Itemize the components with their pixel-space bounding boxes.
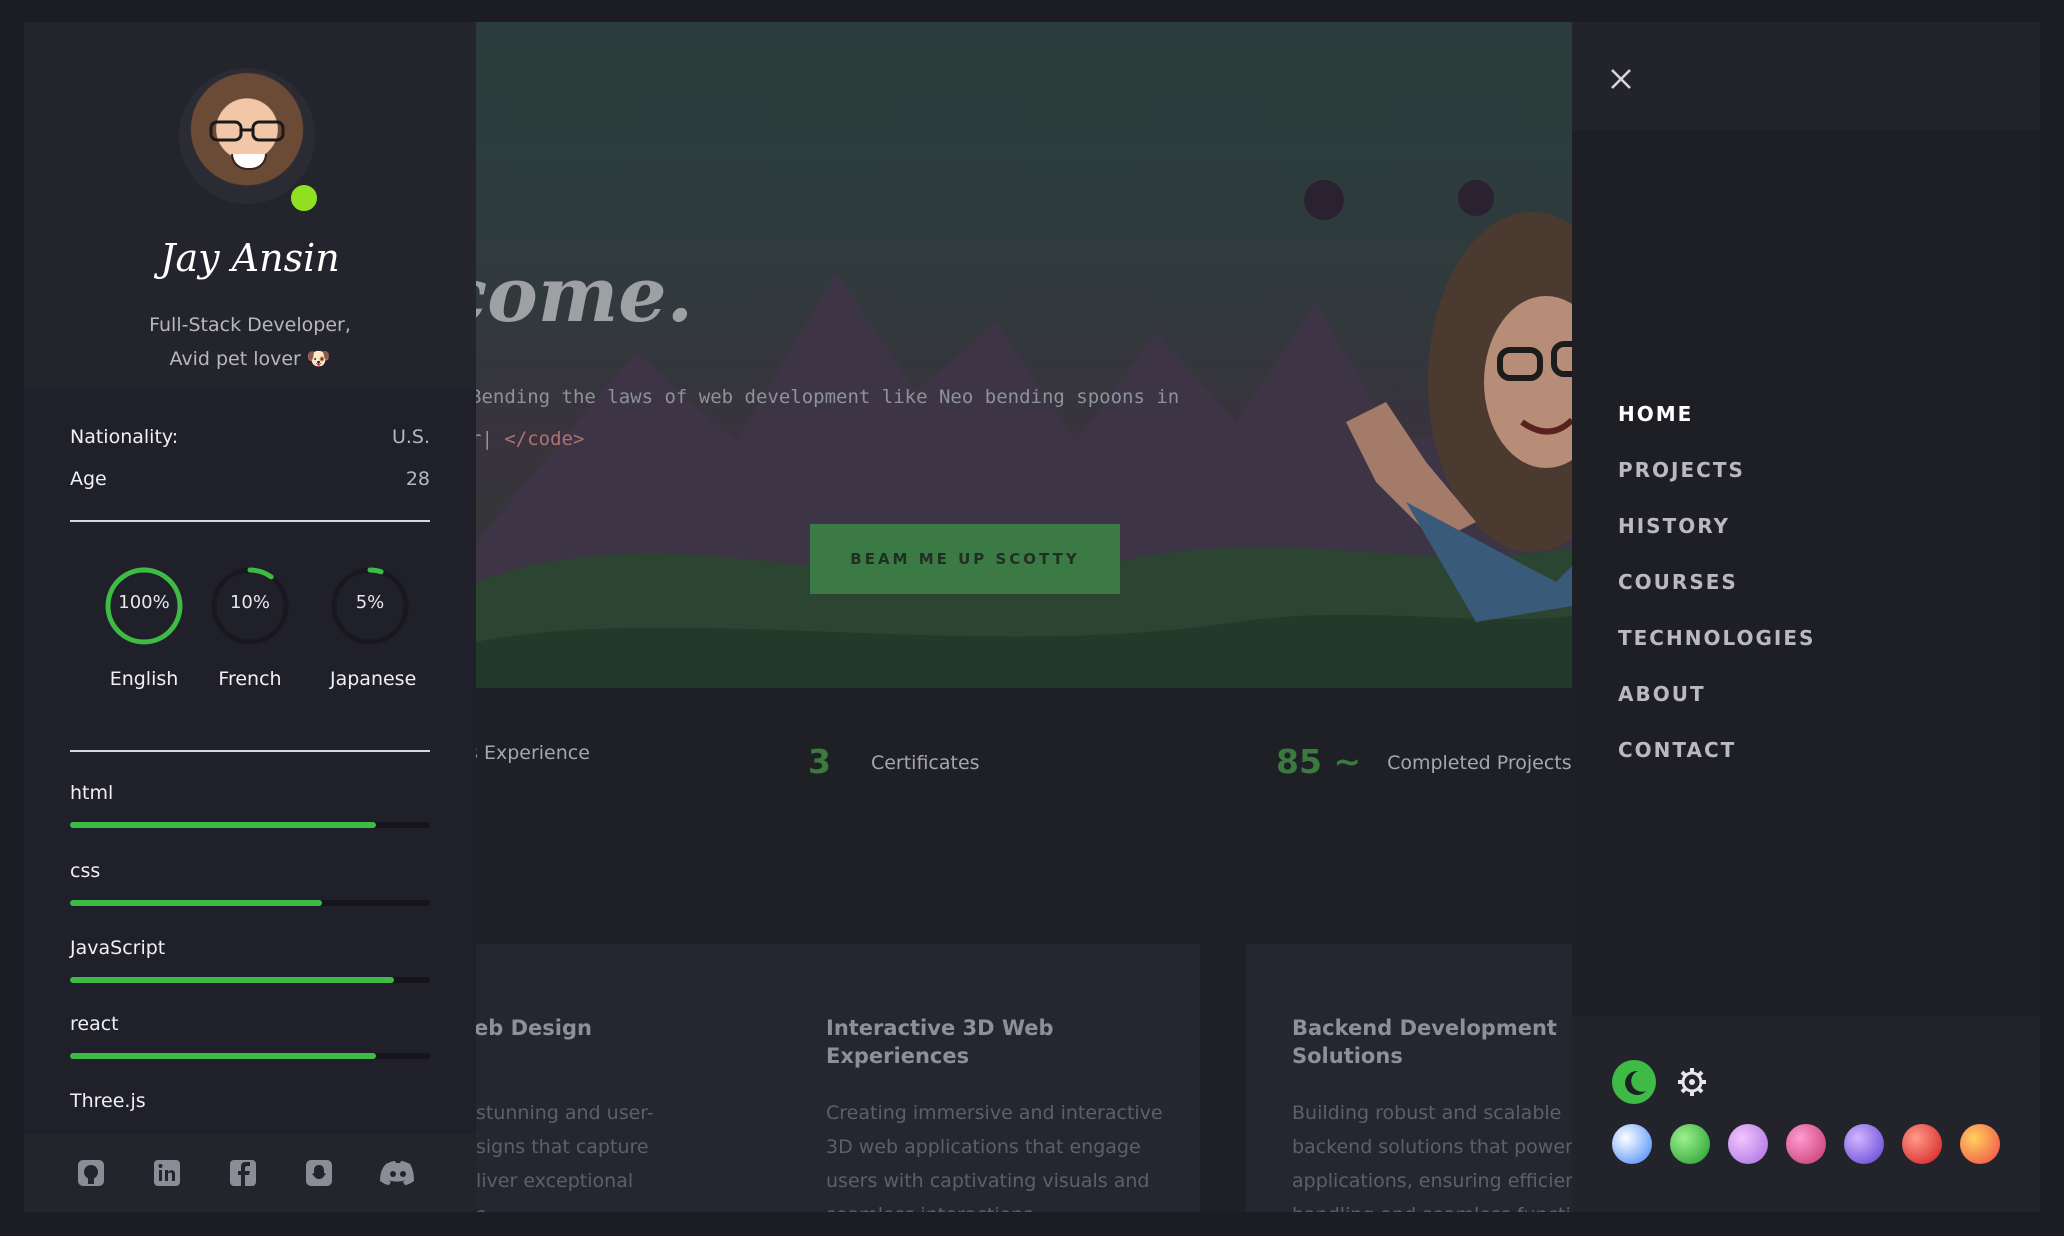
stat-label: s Experience: [476, 742, 590, 764]
profile-name: Jay Ansin: [160, 236, 340, 280]
stat-experience: s Experience: [476, 742, 590, 764]
skill-html: html: [70, 782, 430, 828]
skill-fill: [70, 900, 322, 906]
nav-item-projects[interactable]: PROJECTS: [1618, 442, 1815, 498]
nav-item-technologies[interactable]: TECHNOLOGIES: [1618, 610, 1815, 666]
skill-label: JavaScript: [70, 937, 166, 959]
card-title: Interactive 3D Web Experiences: [826, 1016, 1054, 1068]
info-label: Age: [70, 468, 107, 490]
pink-swatch[interactable]: [1786, 1124, 1826, 1164]
card-text: Creating immersive and interactive 3D we…: [826, 1102, 1163, 1212]
avatar-mouth: [231, 154, 267, 170]
nav-item-contact[interactable]: CONTACT: [1618, 722, 1815, 778]
role-line-1: Full-Stack Developer,: [149, 314, 351, 336]
facebook-icon[interactable]: [228, 1158, 258, 1188]
language-japanese: 5% Japanese: [330, 566, 417, 690]
nav-item-courses[interactable]: COURSES: [1618, 554, 1815, 610]
online-status-dot: [288, 182, 320, 214]
gear-icon: [1678, 1068, 1706, 1096]
card-text: stunning and user- signs that capture li…: [476, 1102, 654, 1212]
divider: [70, 520, 430, 522]
snapchat-icon[interactable]: [304, 1158, 334, 1188]
skill-track: [70, 1053, 430, 1059]
app-frame: Jay Ansin Full-Stack Developer, Avid pet…: [24, 22, 2040, 1212]
light-mode-button[interactable]: [1670, 1060, 1714, 1104]
skill-css: css: [70, 860, 430, 906]
github-icon[interactable]: [76, 1158, 106, 1188]
nav-item-home[interactable]: HOME: [1618, 386, 1815, 442]
cta-button[interactable]: BEAM ME UP SCOTTY: [810, 524, 1120, 594]
theme-settings: [1572, 1016, 2040, 1212]
moon-icon: [1625, 1070, 1646, 1095]
language-label: French: [218, 668, 282, 690]
skill-track: [70, 822, 430, 828]
red-swatch[interactable]: [1902, 1124, 1942, 1164]
language-french: 10% French: [210, 566, 290, 690]
skill-fill: [70, 822, 376, 828]
service-card-web-design: eb Design stunning and user- signs that …: [476, 944, 802, 1212]
card-title: Backend Development Solutions: [1292, 1016, 1557, 1068]
stat-label: Certificates: [870, 752, 980, 774]
card-text: Building robust and scalable backend sol…: [1292, 1102, 1596, 1212]
skill-label: react: [70, 1013, 119, 1035]
navigation-drawer: HOME PROJECTS HISTORY COURSES TECHNOLOGI…: [1572, 22, 2040, 1212]
stat-label: Completed Projects: [1387, 752, 1572, 774]
nav-list: HOME PROJECTS HISTORY COURSES TECHNOLOGI…: [1618, 386, 1815, 778]
info-value: U.S.: [391, 426, 430, 448]
code-prefix: r|: [476, 428, 493, 450]
nav-item-about[interactable]: ABOUT: [1618, 666, 1815, 722]
stat-projects: 85 ~ Completed Projects: [1276, 742, 1572, 781]
lilac-swatch[interactable]: [1728, 1124, 1768, 1164]
avatar-glasses: [209, 120, 285, 142]
stat-number: 85 ~: [1276, 742, 1362, 781]
close-icon[interactable]: [1610, 62, 1632, 96]
hero-title: lcome.: [476, 250, 694, 339]
nav-item-history[interactable]: HISTORY: [1618, 498, 1815, 554]
skill-label: html: [70, 782, 114, 804]
profile-card: Jay Ansin Full-Stack Developer, Avid pet…: [24, 22, 476, 388]
social-bar: [24, 1134, 476, 1212]
role-line-2: Avid pet lover 🐶: [169, 348, 331, 370]
stat-number: 3: [808, 742, 831, 781]
code-tag: </code>: [504, 428, 585, 450]
language-percent: 10%: [229, 592, 270, 613]
discord-icon[interactable]: [380, 1158, 416, 1188]
language-label: English: [109, 668, 179, 690]
profile-role: Full-Stack Developer, Avid pet lover 🐶: [24, 308, 476, 376]
language-percent: 100%: [118, 592, 170, 613]
hero-tagline: Bending the laws of web development like…: [476, 386, 1180, 408]
service-card-backend: Backend Development Solutions Building r…: [1246, 944, 1596, 1212]
skill-track: [70, 977, 430, 983]
skill-react: react: [70, 1013, 430, 1059]
info-label: Nationality:: [70, 426, 179, 448]
profile-sidebar: Jay Ansin Full-Stack Developer, Avid pet…: [24, 22, 476, 1212]
skill-track: [70, 900, 430, 906]
main-content: lcome. Bending the laws of web developme…: [476, 22, 1596, 1212]
linkedin-icon[interactable]: [152, 1158, 182, 1188]
skill-javascript: JavaScript: [70, 937, 430, 983]
skill-label: css: [70, 860, 101, 882]
language-label: Japanese: [330, 668, 417, 690]
skill-fill: [70, 977, 394, 983]
divider: [70, 750, 430, 752]
skill-threejs: Three.js: [70, 1090, 430, 1112]
hero-code-line: r| </code>: [476, 428, 584, 450]
dark-mode-button[interactable]: [1612, 1060, 1656, 1104]
purple-swatch[interactable]: [1844, 1124, 1884, 1164]
info-value: 28: [405, 468, 430, 490]
green-swatch[interactable]: [1670, 1124, 1710, 1164]
skill-fill: [70, 1053, 376, 1059]
menu-header: [1572, 22, 2040, 130]
white-swatch[interactable]: [1612, 1124, 1652, 1164]
service-card-3d: Interactive 3D Web Experiences Creating …: [780, 944, 1200, 1212]
skill-label: Three.js: [70, 1090, 146, 1112]
language-english: 100% English: [104, 566, 184, 690]
stat-certificates: 3 Certificates: [808, 742, 980, 781]
language-percent: 5%: [355, 592, 385, 613]
orange-swatch[interactable]: [1960, 1124, 2000, 1164]
hero-section: lcome. Bending the laws of web developme…: [476, 22, 1596, 688]
